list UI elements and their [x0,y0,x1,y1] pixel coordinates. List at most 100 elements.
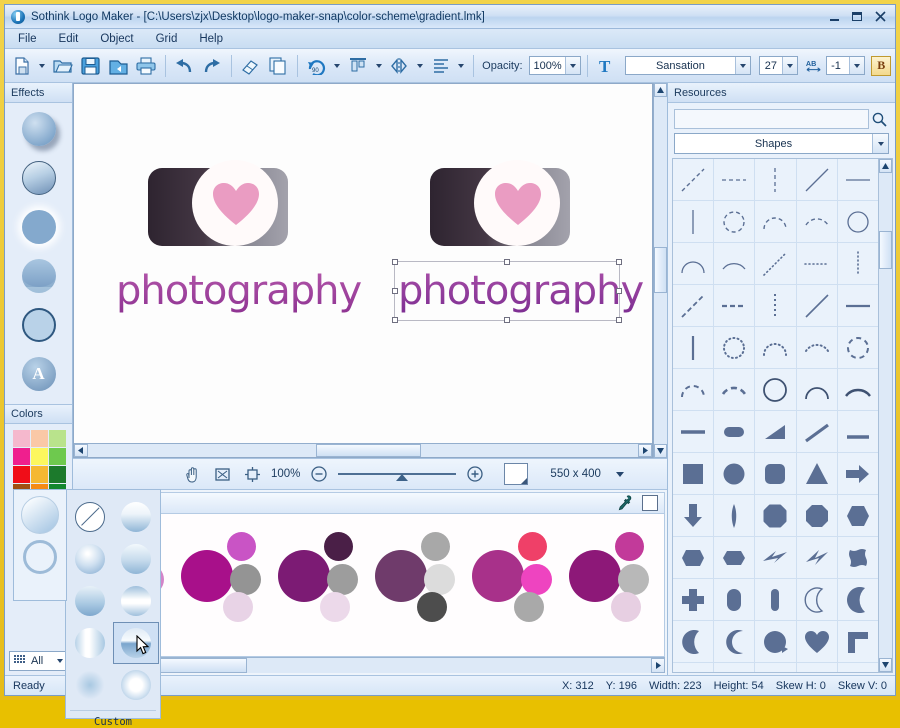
shape-line-solid-thick[interactable] [673,411,714,452]
selection-handle-ne[interactable] [616,259,622,265]
letter-spacing-combo[interactable]: -1 [826,56,866,75]
current-color-swatch[interactable] [642,495,658,511]
shape-arrow-down[interactable] [673,495,714,536]
new-button[interactable] [9,53,35,79]
shape-hexagon-flat[interactable] [714,537,755,578]
shape-line-dotted-vert[interactable] [837,243,878,284]
color-scheme-item[interactable] [278,532,378,622]
reflection-effect[interactable] [19,256,59,296]
zoom-slider[interactable] [338,465,457,483]
color-swatch[interactable] [49,448,66,465]
color-scheme-item[interactable] [181,532,281,622]
selection-handle-sw[interactable] [392,317,398,323]
hscroll-right-button[interactable] [638,444,652,457]
canvas-hscrollbar[interactable] [74,443,652,457]
undo-button[interactable] [172,53,198,79]
font-size-dropdown-arrow[interactable] [782,57,798,74]
shape-line-dashed-diag[interactable] [673,159,714,200]
color-swatch[interactable] [31,430,48,447]
radial-light-gradient[interactable] [67,538,113,580]
shape-arch[interactable] [837,663,878,672]
shape-line-thick-vert[interactable] [673,327,714,368]
shape-line-dashdot-diag[interactable] [673,285,714,326]
shape-hexagon[interactable] [673,537,714,578]
color-swatch[interactable] [31,448,48,465]
shape-pentagon-right[interactable] [796,663,837,672]
menu-grid[interactable]: Grid [153,32,181,46]
shape-circle-big[interactable] [755,369,796,410]
save-button[interactable] [78,53,104,79]
menu-edit[interactable]: Edit [56,32,82,46]
shape-circle[interactable] [714,453,755,494]
shape-crescent-thin[interactable] [796,579,837,620]
shapes-scroll-up[interactable] [879,159,892,173]
shape-circle-notch[interactable] [755,621,796,662]
shape-square[interactable] [673,453,714,494]
font-family-dropdown-arrow[interactable] [734,57,750,74]
shapes-scroll-down[interactable] [879,658,892,672]
none-gradient[interactable] [67,496,113,538]
shape-line-dashed-horiz[interactable] [714,159,755,200]
vscroll-track[interactable] [654,97,667,444]
shape-corner-round[interactable] [673,663,714,672]
open-button[interactable] [50,53,76,79]
fit-to-window-icon[interactable] [211,463,233,485]
gradient-popup[interactable]: Custom [65,489,161,728]
selection-handle-s[interactable] [504,317,510,323]
shape-heart[interactable] [796,621,837,662]
page-preview-icon[interactable] [504,463,529,485]
shapes-scrollbar[interactable] [879,158,893,673]
eyedropper-icon[interactable] [616,494,634,512]
shape-octagon-round[interactable] [755,495,796,536]
color-scheme-item[interactable] [472,532,572,622]
letter-spacing-dropdown-arrow[interactable] [849,57,865,74]
duplicate-button[interactable] [265,53,291,79]
vertical-stripe-gradient[interactable] [67,622,113,664]
canvas-size-dropdown-arrow[interactable] [609,463,631,485]
color-scheme-item[interactable] [375,532,475,622]
shape-line-dotted-diag[interactable] [755,243,796,284]
shape-arc-shallow[interactable] [714,243,755,284]
color-scheme-list[interactable] [75,514,665,657]
design-canvas[interactable]: photography photography [73,83,653,458]
linear-top-gradient[interactable] [113,496,159,538]
shape-lightning[interactable] [796,537,837,578]
shape-arrow-right[interactable] [837,453,878,494]
pan-tool-icon[interactable] [181,463,203,485]
scheme-scroll-right[interactable] [651,658,665,673]
close-button[interactable] [873,10,887,24]
text-effect[interactable]: A [19,354,59,394]
shape-cross[interactable] [673,579,714,620]
search-icon[interactable] [869,109,889,129]
shape-arc-dotted[interactable] [755,327,796,368]
eraser-button[interactable] [238,53,264,79]
font-family-combo[interactable]: Sansation [625,56,751,75]
align-dropdown-arrow[interactable] [373,53,385,79]
shape-circle-outline[interactable] [837,201,878,242]
font-size-combo[interactable]: 27 [758,56,799,75]
shape-octagon[interactable] [796,495,837,536]
selection-handle-w[interactable] [392,288,398,294]
color-filter-combo[interactable]: All [9,651,68,671]
color-swatch[interactable] [13,466,30,483]
selection-handle-n[interactable] [504,259,510,265]
logo-left[interactable]: photography [116,160,362,314]
menu-help[interactable]: Help [196,32,226,46]
shape-arc-dashed[interactable] [755,201,796,242]
hscroll-track[interactable] [88,444,638,457]
shape-arc-wide[interactable] [837,369,878,410]
shape-arc-dashed-thick[interactable] [714,369,755,410]
drop-shadow-effect[interactable] [19,109,59,149]
selection-handle-nw[interactable] [392,259,398,265]
glow-effect[interactable] [19,207,59,247]
vscroll-thumb[interactable] [654,247,667,293]
shape-blob-square[interactable] [837,537,878,578]
shape-line-dashed-vert[interactable] [755,159,796,200]
banded-gradient[interactable] [113,580,159,622]
color-swatch[interactable] [49,466,66,483]
color-swatch[interactable] [13,448,30,465]
shape-crescent-bold[interactable] [673,621,714,662]
bevel-effect[interactable] [19,158,59,198]
align-button[interactable] [345,53,371,79]
zoom-slider-thumb[interactable] [396,474,409,481]
